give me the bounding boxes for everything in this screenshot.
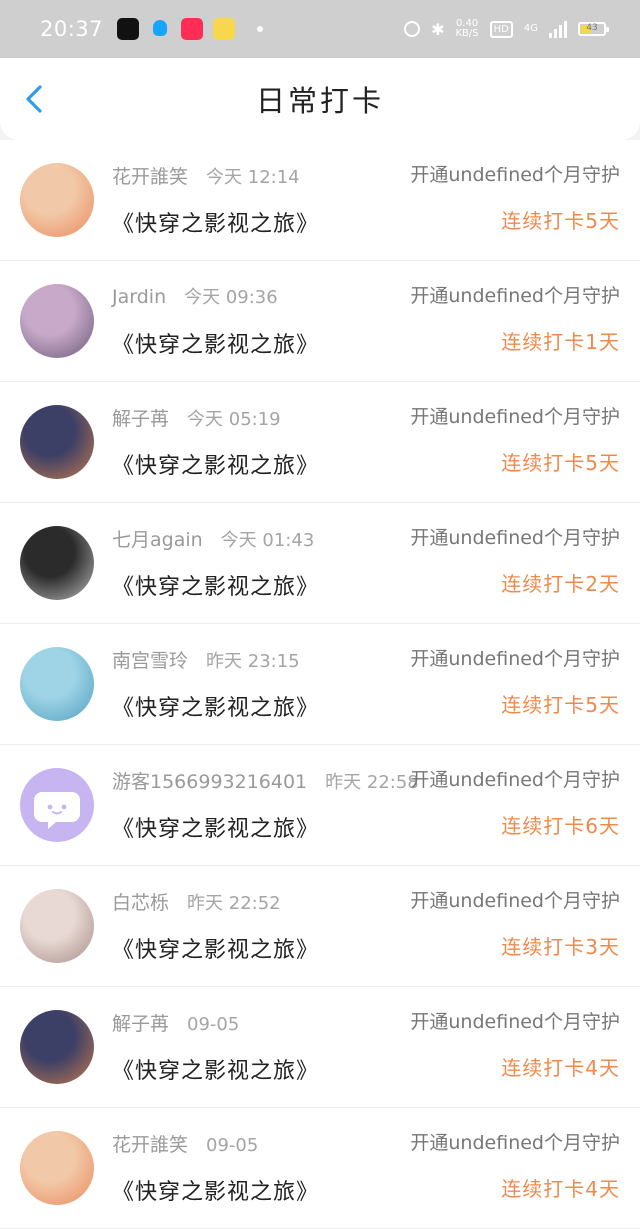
- chat-bubble-icon: [34, 792, 80, 829]
- battery-level: 43: [586, 23, 598, 33]
- streak-text: 连续打卡2天: [501, 572, 620, 596]
- row-right: 开通undefined个月守护 连续打卡4天: [410, 1128, 620, 1208]
- yellow-app-icon: [213, 18, 236, 40]
- checkin-time: 09-05: [206, 1135, 259, 1156]
- avatar[interactable]: [20, 526, 94, 600]
- checkin-time: 今天 05:19: [187, 409, 281, 430]
- avatar[interactable]: [20, 1131, 94, 1205]
- tiktok-app-icon: [117, 18, 140, 40]
- signal-label: 4G: [523, 23, 538, 34]
- streak-text: 连续打卡6天: [501, 814, 620, 838]
- qq-app-icon: [149, 18, 171, 40]
- signal-icon: [549, 20, 567, 38]
- guard-text: 开通undefined个月守护: [410, 1011, 620, 1033]
- row-right: 开通undefined个月守护 连续打卡5天: [410, 160, 620, 240]
- username[interactable]: 花开誰笑: [112, 1130, 188, 1157]
- checkin-time: 今天 01:43: [220, 530, 315, 551]
- row-right: 开通undefined个月守护 连续打卡3天: [410, 886, 620, 966]
- avatar[interactable]: [20, 647, 94, 721]
- status-indicators: ✱ 0.40 KB/S HD 4G 43: [404, 0, 609, 58]
- checkin-row[interactable]: 解子苒 今天 05:19 《快穿之影视之旅》 开通undefined个月守护 连…: [0, 382, 640, 503]
- username[interactable]: 花开誰笑: [112, 162, 188, 189]
- username[interactable]: 解子苒: [112, 404, 169, 431]
- guard-text: 开通undefined个月守护: [410, 164, 620, 186]
- checkin-time: 今天 09:36: [184, 287, 278, 308]
- streak-text: 连续打卡1天: [501, 330, 620, 354]
- username[interactable]: 白芯栎: [112, 888, 169, 915]
- checkin-time: 09-05: [187, 1014, 240, 1035]
- username[interactable]: 解子苒: [112, 1009, 169, 1036]
- row-right: 开通undefined个月守护 连续打卡5天: [410, 402, 620, 482]
- guard-text: 开通undefined个月守护: [410, 769, 620, 791]
- checkin-row[interactable]: 白芯栎 昨天 22:52 《快穿之影视之旅》 开通undefined个月守护 连…: [0, 866, 640, 987]
- page-title: 日常打卡: [255, 84, 384, 118]
- checkin-time: 昨天 23:15: [206, 651, 300, 672]
- checkin-time: 今天 12:14: [206, 167, 300, 188]
- alarm-icon: [404, 21, 421, 37]
- row-right: 开通undefined个月守护 连续打卡6天: [410, 765, 620, 845]
- checkin-list: 花开誰笑 今天 12:14 《快穿之影视之旅》 开通undefined个月守护 …: [0, 140, 640, 1229]
- guard-text: 开通undefined个月守护: [410, 890, 620, 912]
- username[interactable]: Jardin: [112, 286, 166, 308]
- checkin-row[interactable]: 南宫雪玲 昨天 23:15 《快穿之影视之旅》 开通undefined个月守护 …: [0, 624, 640, 745]
- row-right: 开通undefined个月守护 连续打卡4天: [410, 1007, 620, 1087]
- guard-text: 开通undefined个月守护: [410, 406, 620, 428]
- guard-text: 开通undefined个月守护: [410, 1132, 620, 1154]
- page-header: 日常打卡: [0, 58, 640, 140]
- status-time: 20:37: [40, 17, 104, 41]
- notification-dot-icon: [257, 26, 264, 32]
- checkin-row[interactable]: 七月again 今天 01:43 《快穿之影视之旅》 开通undefined个月…: [0, 503, 640, 624]
- avatar[interactable]: [20, 889, 94, 963]
- avatar[interactable]: [20, 284, 94, 358]
- checkin-time: 昨天 22:52: [187, 893, 281, 914]
- status-bar: 20:37 ✱ 0.40 KB/S HD 4G 43: [0, 0, 640, 58]
- avatar[interactable]: [20, 405, 94, 479]
- streak-text: 连续打卡4天: [501, 1177, 620, 1201]
- avatar[interactable]: [20, 163, 94, 237]
- checkin-row[interactable]: Jardin 今天 09:36 《快穿之影视之旅》 开通undefined个月守…: [0, 261, 640, 382]
- checkin-row[interactable]: 花开誰笑 今天 12:14 《快穿之影视之旅》 开通undefined个月守护 …: [0, 140, 640, 261]
- guard-text: 开通undefined个月守护: [410, 527, 620, 549]
- back-arrow-icon[interactable]: [22, 84, 50, 114]
- streak-text: 连续打卡3天: [501, 935, 620, 959]
- hd-badge: HD: [489, 20, 513, 38]
- avatar[interactable]: [20, 1010, 94, 1084]
- row-right: 开通undefined个月守护 连续打卡5天: [410, 644, 620, 724]
- checkin-time: 昨天 22:58: [325, 772, 419, 793]
- username[interactable]: 南宫雪玲: [112, 646, 188, 673]
- status-app-icons: [117, 18, 264, 40]
- net-speed-unit: KB/S: [455, 28, 479, 39]
- checkin-row[interactable]: 解子苒 09-05 《快穿之影视之旅》 开通undefined个月守护 连续打卡…: [0, 987, 640, 1108]
- row-right: 开通undefined个月守护 连续打卡1天: [410, 281, 620, 361]
- guard-text: 开通undefined个月守护: [410, 285, 620, 307]
- streak-text: 连续打卡4天: [501, 1056, 620, 1080]
- red-app-icon: [181, 18, 204, 40]
- checkin-row[interactable]: 花开誰笑 09-05 《快穿之影视之旅》 开通undefined个月守护 连续打…: [0, 1108, 640, 1229]
- guard-text: 开通undefined个月守护: [410, 648, 620, 670]
- bluetooth-icon: ✱: [431, 19, 445, 39]
- streak-text: 连续打卡5天: [501, 209, 620, 233]
- row-right: 开通undefined个月守护 连续打卡2天: [410, 523, 620, 603]
- checkin-row[interactable]: 游客1566993216401 昨天 22:58 《快穿之影视之旅》 开通und…: [0, 745, 640, 866]
- net-speed: 0.40 KB/S: [456, 19, 479, 39]
- streak-text: 连续打卡5天: [501, 451, 620, 475]
- streak-text: 连续打卡5天: [501, 693, 620, 717]
- username[interactable]: 游客1566993216401: [112, 767, 307, 794]
- avatar[interactable]: [20, 768, 94, 842]
- username[interactable]: 七月again: [112, 525, 203, 552]
- battery-icon: 43: [578, 22, 609, 36]
